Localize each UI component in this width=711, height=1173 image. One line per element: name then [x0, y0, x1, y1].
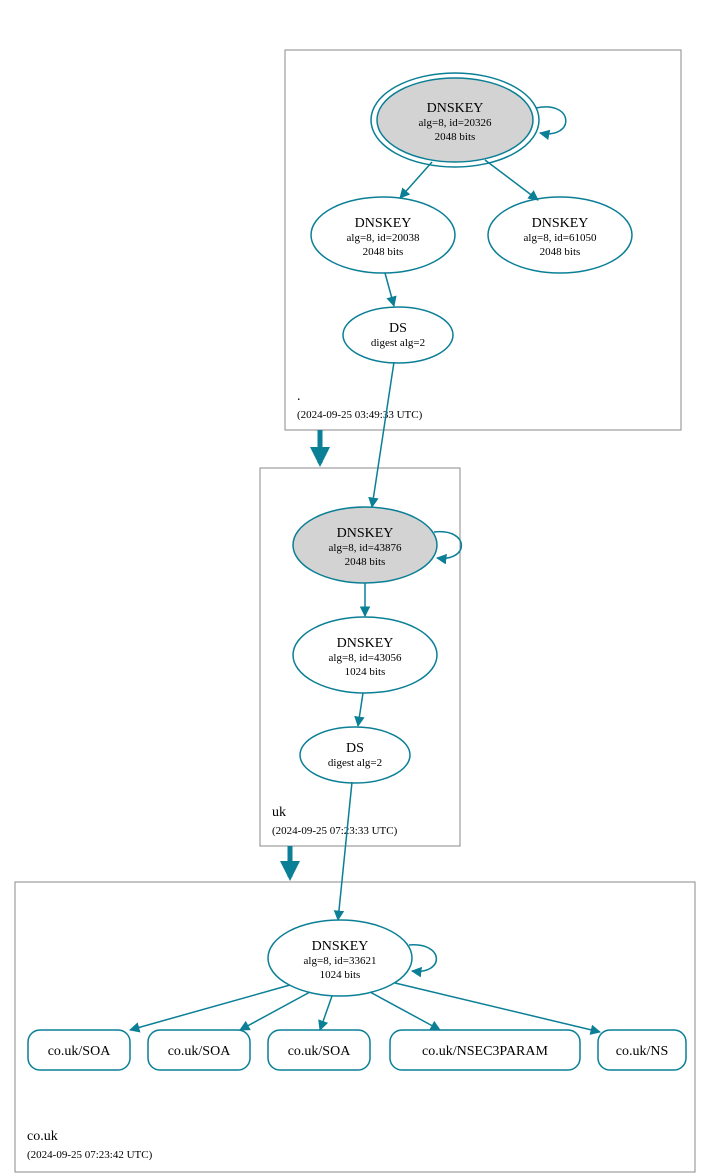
leaf-soa2-label: co.uk/SOA — [168, 1044, 232, 1059]
node-root-zsk2-line1: alg=8, id=61050 — [524, 232, 597, 244]
zone-couk-timestamp: (2024-09-25 07:23:42 UTC) — [27, 1149, 153, 1161]
zone-uk-timestamp: (2024-09-25 07:23:33 UTC) — [272, 825, 398, 837]
leaf-nsec3param: co.uk/NSEC3PARAM — [390, 1030, 580, 1070]
node-root-ds-title: DS — [389, 321, 407, 336]
leaf-soa3-label: co.uk/SOA — [288, 1044, 352, 1059]
edge-couk-soa1 — [130, 985, 290, 1030]
edge-rootksk-zsk — [400, 162, 432, 198]
node-root-zsk2-line2: 2048 bits — [540, 246, 581, 258]
edge-rootksk-zsk2 — [485, 160, 538, 200]
leaf-soa2: co.uk/SOA — [148, 1030, 250, 1070]
edge-uk-ksk-self — [434, 532, 461, 559]
zone-uk-name: uk — [272, 805, 286, 820]
node-root-zsk-title: DNSKEY — [355, 216, 412, 231]
node-uk-ds: DS digest alg=2 — [300, 727, 410, 783]
node-root-ds-line1: digest alg=2 — [371, 337, 425, 349]
node-uk-zsk-line2: 1024 bits — [345, 666, 386, 678]
leaf-ns-label: co.uk/NS — [616, 1044, 669, 1059]
node-root-zsk: DNSKEY alg=8, id=20038 2048 bits — [311, 197, 455, 273]
leaf-soa1-label: co.uk/SOA — [48, 1044, 112, 1059]
node-uk-ksk: DNSKEY alg=8, id=43876 2048 bits — [293, 507, 437, 583]
zone-root-name: . — [297, 389, 301, 404]
dnssec-diagram: . (2024-09-25 03:49:33 UTC) DNSKEY alg=8… — [0, 0, 711, 1173]
node-uk-zsk-title: DNSKEY — [337, 636, 394, 651]
edge-rootzsk-ds — [385, 273, 394, 306]
node-uk-ds-title: DS — [346, 741, 364, 756]
node-couk-zsk-line2: 1024 bits — [320, 969, 361, 981]
edge-rootds-ukksk — [372, 362, 394, 507]
node-root-zsk2: DNSKEY alg=8, id=61050 2048 bits — [488, 197, 632, 273]
edge-root-ksk-self — [536, 107, 566, 134]
node-root-ksk: DNSKEY alg=8, id=20326 2048 bits — [371, 73, 539, 167]
edge-ukzsk-ukds — [358, 693, 363, 726]
node-couk-zsk-title: DNSKEY — [312, 939, 369, 954]
node-uk-ds-line1: digest alg=2 — [328, 757, 382, 769]
node-uk-zsk: DNSKEY alg=8, id=43056 1024 bits — [293, 617, 437, 693]
node-root-ds: DS digest alg=2 — [343, 307, 453, 363]
node-couk-zsk-line1: alg=8, id=33621 — [304, 955, 377, 967]
edge-couk-nsec3 — [370, 992, 440, 1030]
node-root-zsk-line2: 2048 bits — [363, 246, 404, 258]
node-root-ksk-title: DNSKEY — [427, 101, 484, 116]
node-uk-ksk-line2: 2048 bits — [345, 556, 386, 568]
node-uk-ksk-title: DNSKEY — [337, 526, 394, 541]
node-root-zsk-line1: alg=8, id=20038 — [347, 232, 420, 244]
edge-couk-soa3 — [320, 996, 332, 1030]
edge-couk-soa2 — [240, 992, 310, 1030]
zone-root-timestamp: (2024-09-25 03:49:33 UTC) — [297, 409, 423, 421]
zone-couk-name: co.uk — [27, 1129, 58, 1144]
leaf-ns: co.uk/NS — [598, 1030, 686, 1070]
edge-couk-ns — [395, 983, 600, 1032]
edge-couk-zsk-self — [409, 945, 436, 972]
leaf-soa1: co.uk/SOA — [28, 1030, 130, 1070]
leaf-soa3: co.uk/SOA — [268, 1030, 370, 1070]
edge-ukds-coukzsk — [338, 782, 352, 920]
node-uk-ksk-line1: alg=8, id=43876 — [329, 542, 402, 554]
node-root-ksk-line1: alg=8, id=20326 — [419, 117, 492, 129]
leaf-nsec3-label: co.uk/NSEC3PARAM — [422, 1044, 548, 1059]
node-root-zsk2-title: DNSKEY — [532, 216, 589, 231]
node-uk-zsk-line1: alg=8, id=43056 — [329, 652, 402, 664]
node-root-ksk-line2: 2048 bits — [435, 131, 476, 143]
